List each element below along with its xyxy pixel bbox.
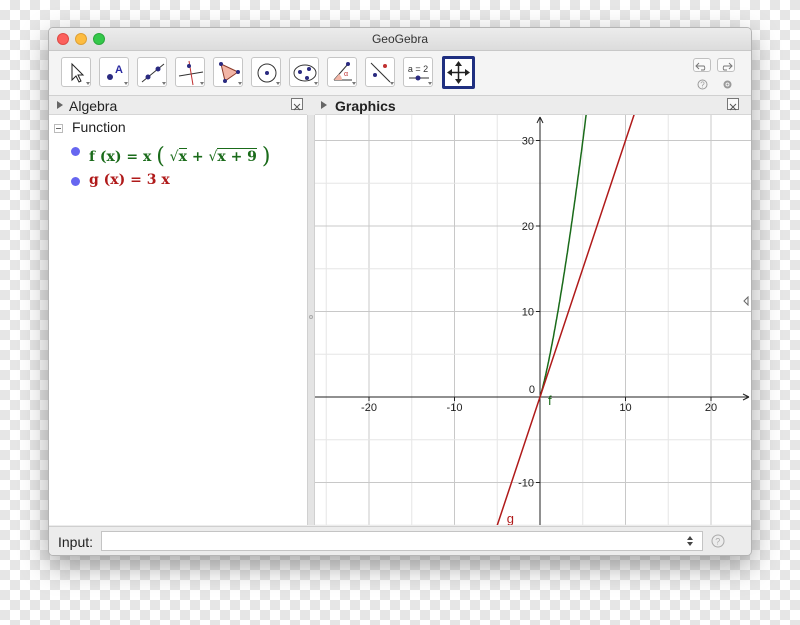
undo-icon bbox=[695, 62, 706, 71]
svg-text:A: A bbox=[115, 64, 123, 76]
circle-icon bbox=[257, 63, 280, 85]
redo-button[interactable] bbox=[717, 58, 735, 72]
perpendicular-tool-button[interactable] bbox=[175, 57, 205, 87]
history-dropdown-icon[interactable] bbox=[686, 535, 694, 547]
help-icon[interactable]: ? bbox=[711, 534, 725, 548]
svg-text:?: ? bbox=[715, 537, 720, 547]
redo-icon bbox=[722, 62, 733, 71]
point-tool-button[interactable]: A bbox=[99, 57, 129, 87]
move-arrows-icon bbox=[447, 61, 470, 84]
y-tick-label: -10 bbox=[518, 478, 534, 490]
polygon-tool-button[interactable] bbox=[213, 57, 243, 87]
function-g-definition[interactable]: g (x) = 3 x bbox=[89, 172, 170, 188]
x-tick-label: 20 bbox=[705, 402, 717, 414]
side-panel-toggle-icon[interactable] bbox=[742, 296, 750, 306]
perpendicular-line-icon bbox=[178, 60, 204, 86]
graphics-canvas[interactable]: -20 -10 10 20 30 20 10 0 -10 f g bbox=[315, 115, 751, 525]
function-f-lhs: f (x) = x bbox=[89, 149, 152, 165]
y-tick-label: 30 bbox=[522, 136, 534, 148]
visibility-toggle-f[interactable] bbox=[71, 147, 80, 156]
collapse-arrow-icon[interactable] bbox=[321, 101, 327, 109]
collapse-group-toggle[interactable] bbox=[54, 124, 63, 133]
function-f-label: f bbox=[548, 393, 552, 408]
slider-tool-button[interactable]: a = 2 bbox=[403, 57, 433, 87]
move-graphics-view-button[interactable] bbox=[442, 56, 475, 89]
close-algebra-panel-button[interactable] bbox=[291, 98, 303, 111]
undo-button[interactable] bbox=[693, 58, 711, 72]
sqrt-symbol: √ bbox=[169, 149, 179, 165]
close-graphics-panel-button[interactable] bbox=[727, 98, 739, 111]
reflect-tool-button[interactable] bbox=[365, 57, 395, 87]
function-g-label: g bbox=[507, 511, 514, 525]
ellipse-tool-button[interactable] bbox=[289, 57, 319, 87]
help-icon[interactable]: ? bbox=[697, 79, 708, 90]
input-label: Input: bbox=[58, 534, 94, 550]
gear-icon[interactable] bbox=[722, 79, 733, 90]
sqrt-x-plus-9-radicand: x + 9 bbox=[217, 148, 257, 165]
polygon-icon bbox=[219, 62, 242, 85]
origin-label: 0 bbox=[529, 384, 535, 396]
algebra-view: Function f (x) = x ( √x + √x + 9 ) g (x)… bbox=[49, 115, 307, 525]
function-group-label: Function bbox=[72, 119, 126, 135]
svg-text:α: α bbox=[344, 71, 348, 78]
plus-sign: + bbox=[191, 149, 204, 165]
x-tick-label: -20 bbox=[361, 402, 377, 414]
panel-splitter[interactable] bbox=[307, 115, 315, 525]
input-bar: Input: ? bbox=[49, 526, 751, 555]
circle-tool-button[interactable] bbox=[251, 57, 281, 87]
function-g-line bbox=[496, 115, 635, 525]
sqrt-x-radicand: x bbox=[178, 148, 187, 165]
move-tool-button[interactable] bbox=[61, 57, 91, 87]
function-f-definition[interactable]: f (x) = x ( √x + √x + 9 ) bbox=[89, 142, 271, 169]
close-paren: ) bbox=[261, 144, 271, 169]
title-bar: GeoGebra bbox=[49, 28, 751, 51]
graphics-panel-header: Graphics bbox=[315, 96, 751, 115]
svg-text:?: ? bbox=[700, 81, 705, 90]
y-tick-label: 20 bbox=[522, 221, 534, 233]
pointer-icon bbox=[71, 62, 90, 85]
slider-icon bbox=[409, 75, 432, 85]
reflect-icon bbox=[370, 62, 394, 85]
algebra-panel-title: Algebra bbox=[69, 98, 118, 114]
graphics-panel-title: Graphics bbox=[335, 98, 396, 114]
angle-tool-button[interactable]: α bbox=[327, 57, 357, 87]
x-tick-label: 10 bbox=[619, 402, 631, 414]
ellipse-icon bbox=[293, 64, 318, 85]
y-tick-label: 10 bbox=[522, 307, 534, 319]
point-icon: A bbox=[107, 64, 128, 85]
line-tool-button[interactable] bbox=[137, 57, 167, 87]
x-tick-label: -10 bbox=[447, 402, 463, 414]
geogebra-window: GeoGebra A α a = 2 ? Algebra Graphics Fu… bbox=[48, 27, 752, 556]
input-field[interactable] bbox=[101, 531, 703, 551]
window-title: GeoGebra bbox=[371, 32, 429, 46]
visibility-toggle-g[interactable] bbox=[71, 177, 80, 186]
toolbar: A α a = 2 ? bbox=[49, 51, 751, 96]
graphics-view[interactable]: -20 -10 10 20 30 20 10 0 -10 f g bbox=[315, 115, 751, 525]
angle-icon: α bbox=[333, 62, 356, 85]
open-paren: ( bbox=[156, 144, 165, 169]
algebra-panel-header: Algebra bbox=[49, 96, 307, 115]
close-icon bbox=[729, 103, 737, 111]
close-icon bbox=[293, 103, 301, 111]
collapse-arrow-icon[interactable] bbox=[57, 101, 63, 109]
line-icon bbox=[141, 63, 166, 85]
